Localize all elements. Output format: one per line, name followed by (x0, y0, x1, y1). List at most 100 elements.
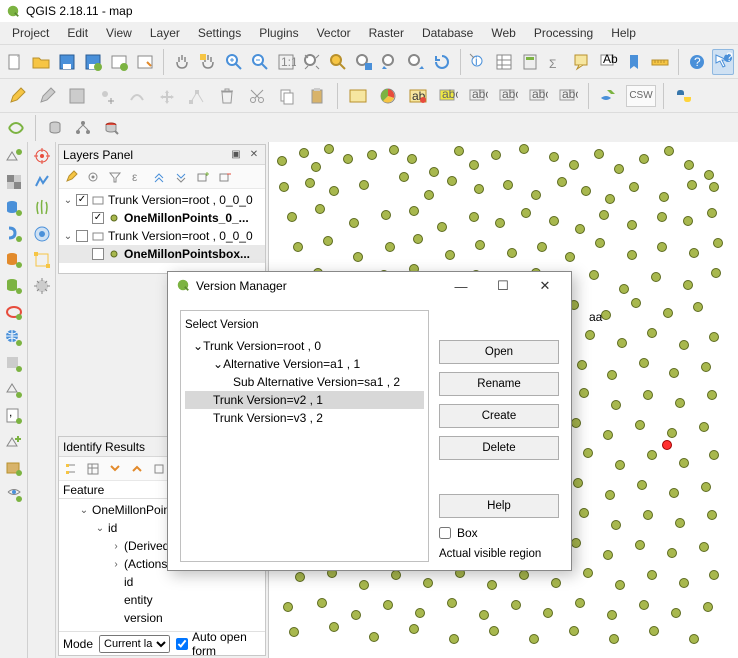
map-point[interactable] (605, 194, 615, 204)
map-point[interactable] (639, 154, 649, 164)
map-point[interactable] (707, 390, 717, 400)
map-point[interactable] (663, 308, 673, 318)
add-group-button[interactable] (193, 167, 213, 187)
map-point[interactable] (607, 370, 617, 380)
menu-project[interactable]: Project (4, 23, 57, 43)
map-point[interactable] (611, 400, 621, 410)
layer-checkbox[interactable] (92, 248, 104, 260)
layers-tree[interactable]: ⌄Trunk Version=root , 0_0_0OneMillonPoin… (59, 189, 265, 273)
map-point[interactable] (679, 458, 689, 468)
pan-button[interactable] (171, 49, 193, 75)
identify-row[interactable]: version (59, 609, 265, 627)
grass-button[interactable] (30, 196, 54, 220)
open-attribute-table-button[interactable] (493, 49, 515, 75)
map-point[interactable] (635, 420, 645, 430)
minimize-button[interactable]: — (443, 274, 479, 298)
menu-layer[interactable]: Layer (142, 23, 188, 43)
map-point[interactable] (391, 570, 401, 580)
processing-toolbox-button[interactable] (30, 274, 54, 298)
style-manager-button[interactable] (61, 167, 81, 187)
map-point[interactable] (603, 430, 613, 440)
map-point[interactable] (657, 242, 667, 252)
box-checkbox[interactable]: Box (439, 526, 559, 540)
map-point[interactable] (311, 162, 321, 172)
map-point[interactable] (447, 176, 457, 186)
map-point[interactable] (614, 164, 624, 174)
map-point[interactable] (351, 610, 361, 620)
map-point[interactable] (687, 180, 697, 190)
map-point[interactable] (643, 390, 653, 400)
map-point[interactable] (359, 580, 369, 590)
refresh-button[interactable] (431, 49, 453, 75)
map-point[interactable] (454, 146, 464, 156)
map-point[interactable] (667, 548, 677, 558)
map-point[interactable] (549, 152, 559, 162)
menu-raster[interactable]: Raster (361, 23, 412, 43)
map-point[interactable] (609, 634, 619, 644)
auto-open-form-checkbox[interactable]: Auto open form (176, 630, 261, 658)
collapse-button[interactable] (127, 459, 147, 479)
map-point[interactable] (709, 570, 719, 580)
composer-manager-button[interactable] (134, 49, 156, 75)
edit-geometry-button[interactable] (30, 248, 54, 272)
map-point[interactable] (679, 578, 689, 588)
filter-by-content-button[interactable] (105, 167, 125, 187)
map-point[interactable] (671, 608, 681, 618)
map-point[interactable] (519, 144, 529, 154)
view-tree-button[interactable] (61, 459, 81, 479)
toggle-editing-button[interactable] (4, 83, 30, 109)
add-postgis-layer-button[interactable] (2, 196, 26, 220)
map-point[interactable] (583, 448, 593, 458)
map-point[interactable] (603, 550, 613, 560)
map-point[interactable] (684, 160, 694, 170)
version-row[interactable]: ⌄ Alternative Version=a1 , 1 (185, 355, 424, 373)
db-manager-button[interactable] (43, 116, 67, 140)
map-point[interactable] (423, 578, 433, 588)
version-row[interactable]: ⌄ Trunk Version=root , 0 (185, 337, 424, 355)
move-feature-button[interactable] (154, 83, 180, 109)
map-point[interactable] (649, 626, 659, 636)
map-point[interactable] (675, 518, 685, 528)
map-point[interactable] (279, 182, 289, 192)
map-point[interactable] (413, 234, 423, 244)
map-point[interactable] (551, 578, 561, 588)
zoom-next-button[interactable] (405, 49, 427, 75)
save-button[interactable] (56, 49, 78, 75)
add-feature-button[interactable] (94, 83, 120, 109)
layer-checkbox[interactable] (92, 212, 104, 224)
map-point[interactable] (647, 328, 657, 338)
map-point[interactable] (289, 627, 299, 637)
map-point[interactable] (699, 542, 709, 552)
map-point[interactable] (277, 156, 287, 166)
map-point[interactable] (713, 238, 723, 248)
map-point[interactable] (469, 160, 479, 170)
map-point[interactable] (399, 172, 409, 182)
map-point[interactable] (639, 358, 649, 368)
map-point[interactable] (353, 252, 363, 262)
map-point[interactable] (369, 632, 379, 642)
map-point[interactable] (521, 208, 531, 218)
delete-button[interactable]: Delete (439, 436, 559, 460)
version-row[interactable]: Trunk Version=v2 , 1 (185, 391, 424, 409)
map-point[interactable] (359, 180, 369, 190)
add-circular-string-button[interactable] (124, 83, 150, 109)
map-point[interactable] (293, 242, 303, 252)
map-tips-button[interactable] (571, 49, 593, 75)
target-button[interactable] (30, 144, 54, 168)
map-point[interactable] (569, 626, 579, 636)
expand-new-button[interactable] (149, 459, 169, 479)
copy-features-button[interactable] (274, 83, 300, 109)
map-point[interactable] (647, 450, 657, 460)
map-point[interactable] (324, 144, 334, 154)
map-point[interactable] (639, 600, 649, 610)
map-point[interactable] (424, 190, 434, 200)
new-project-button[interactable] (4, 49, 26, 75)
map-point[interactable] (709, 450, 719, 460)
zoom-native-button[interactable]: 1:1 (275, 49, 297, 75)
topology-checker-button[interactable] (4, 116, 28, 140)
map-point[interactable] (409, 624, 419, 634)
label-abc-button[interactable]: abc (345, 83, 371, 109)
menu-processing[interactable]: Processing (526, 23, 601, 43)
edits-dropdown-button[interactable] (34, 83, 60, 109)
map-point[interactable] (589, 270, 599, 280)
